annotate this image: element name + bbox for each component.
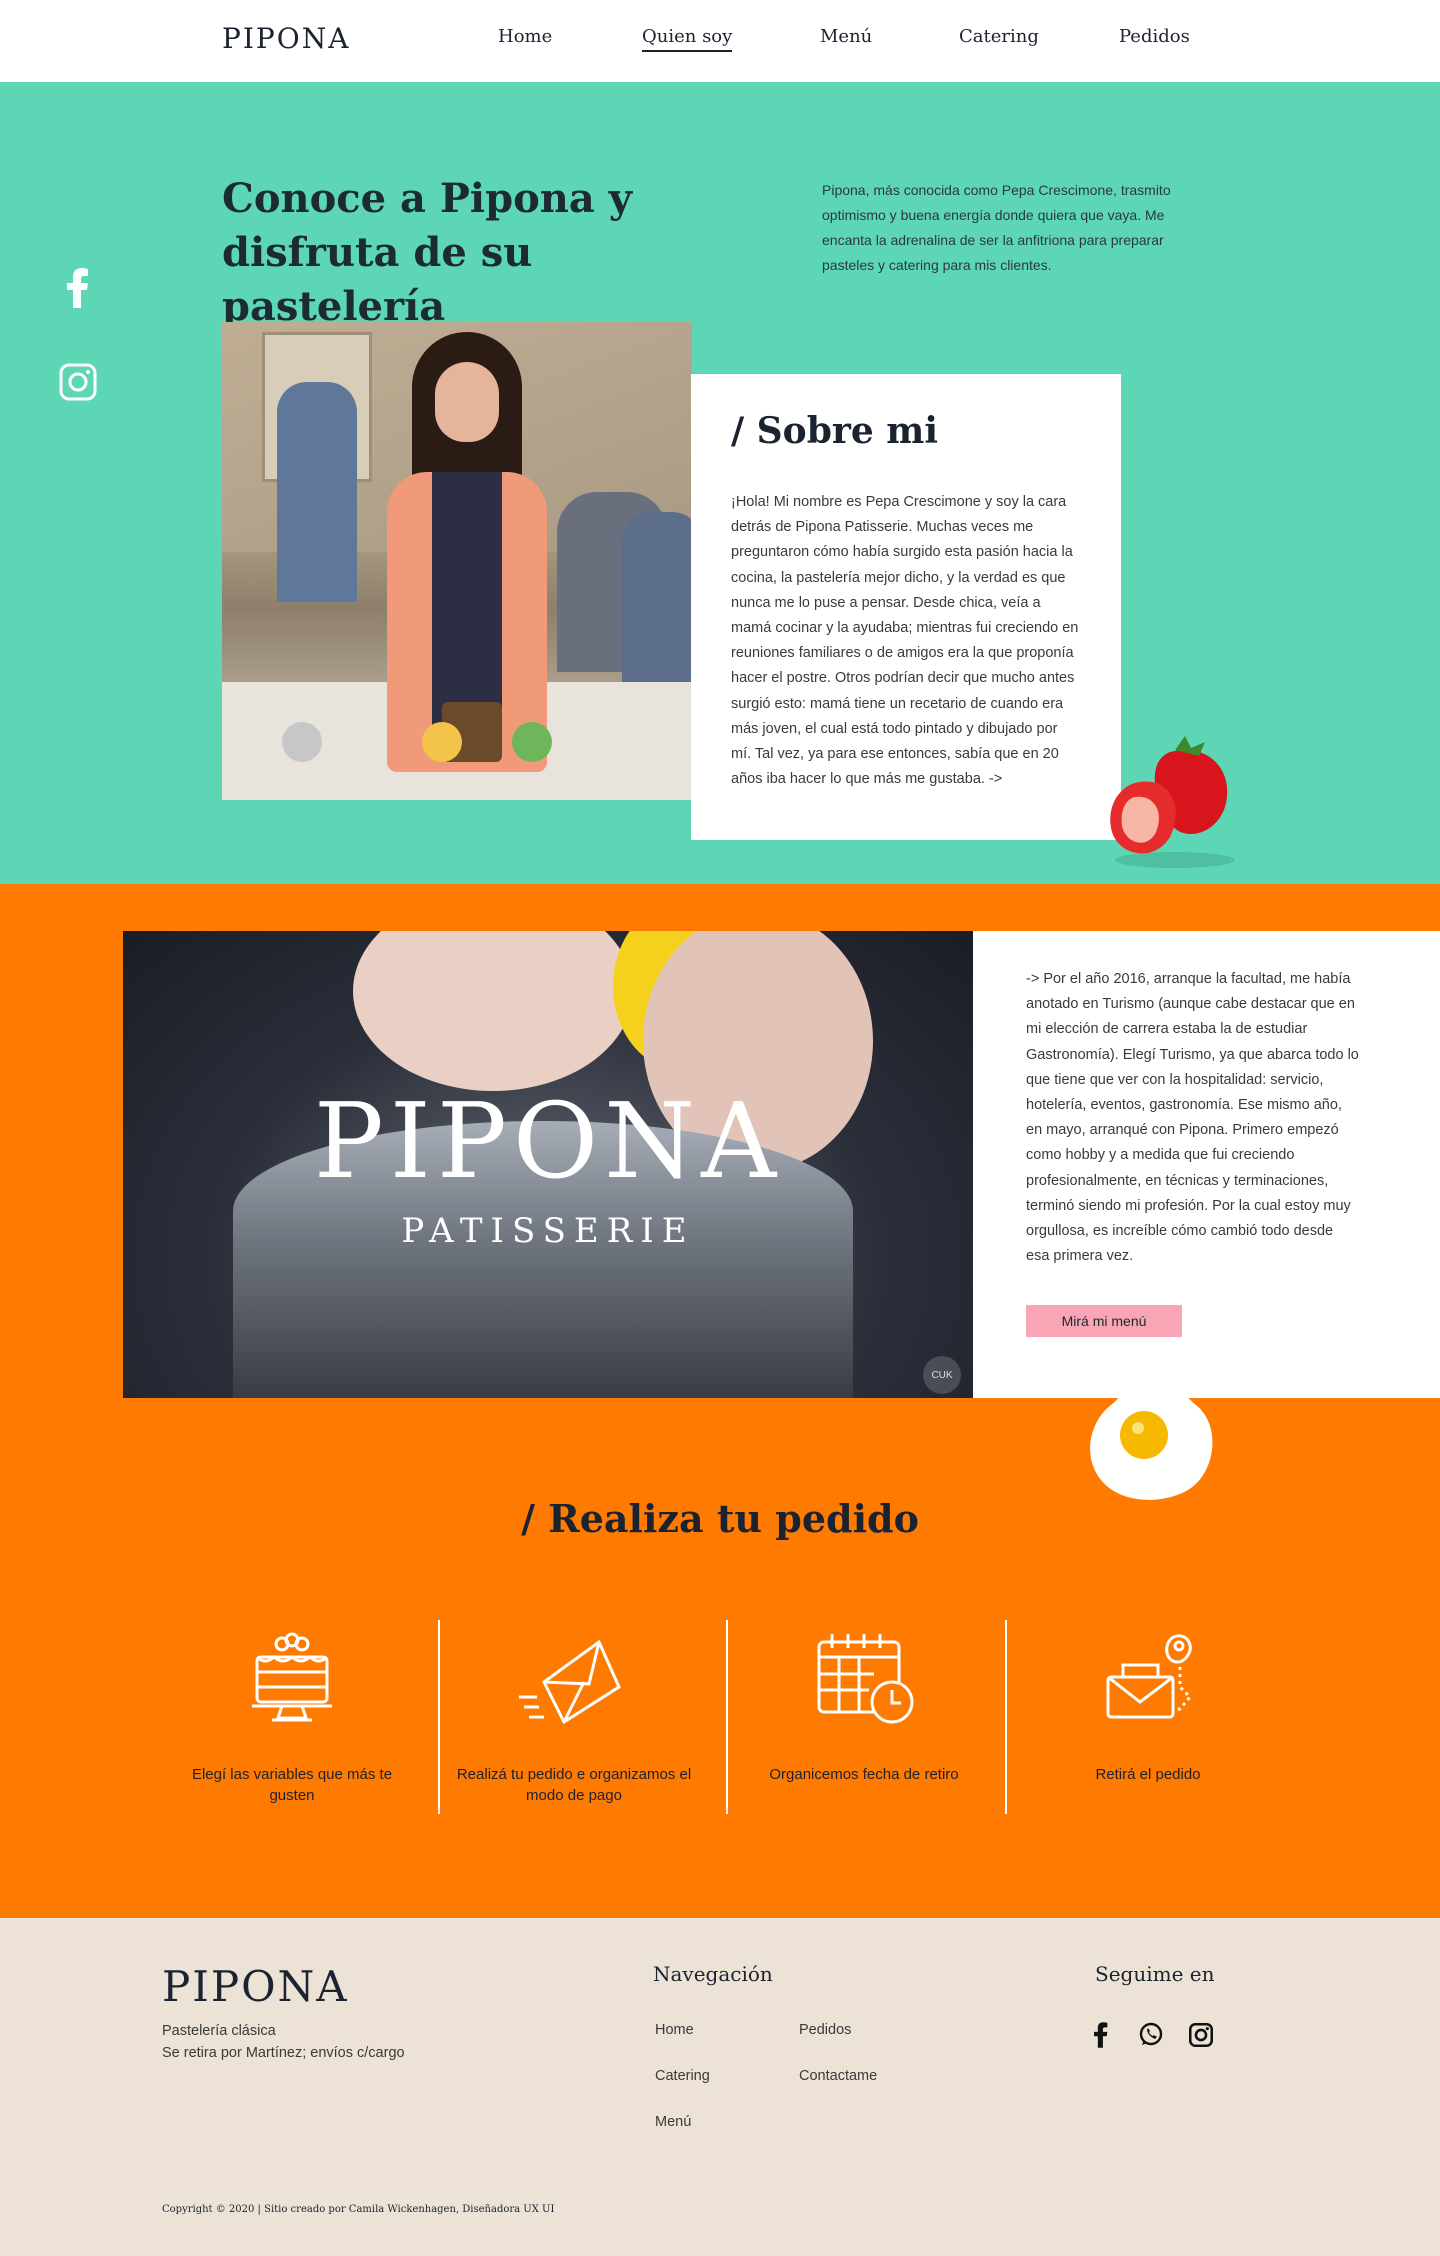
order-step-1-label: Elegí las variables que más te gusten <box>191 1766 393 1804</box>
video-subtitle: PATISSERIE <box>401 1211 695 1251</box>
footer-nav-heading: Navegación <box>653 1962 773 1986</box>
strawberry-image <box>1110 736 1235 868</box>
delivery-icon <box>1106 1634 1193 1719</box>
footer-tagline: Pastelería clásica <box>162 2023 276 2039</box>
footer-link-pedidos[interactable]: Pedidos <box>799 2022 851 2038</box>
video-badge: CUK <box>923 1356 961 1394</box>
footer-social-heading: Seguime en <box>1095 1962 1215 1986</box>
envelope-icon <box>519 1639 621 1725</box>
step-divider <box>726 1620 728 1814</box>
order-step-3: Organicemos fecha de retiro <box>744 1622 984 1785</box>
order-step-1: Elegí las variables que más te gusten <box>172 1622 412 1806</box>
footer-info: Pastelería clásica Se retira por Martíne… <box>162 2020 405 2064</box>
facebook-icon[interactable] <box>58 268 98 308</box>
story-card: -> Por el año 2016, arranque la facultad… <box>973 931 1440 1398</box>
footer-link-menu[interactable]: Menú <box>655 2114 691 2130</box>
footer-link-catering[interactable]: Catering <box>655 2068 710 2084</box>
whatsapp-icon[interactable] <box>1136 2020 1166 2050</box>
order-step-4: Retirá el pedido <box>1028 1622 1268 1785</box>
instagram-icon[interactable] <box>58 362 98 402</box>
order-step-4-label: Retirá el pedido <box>1095 1766 1201 1783</box>
portrait-photo <box>222 322 692 800</box>
copyright-text: Copyright © 2020 | Sitio creado por Cami… <box>162 2204 555 2215</box>
video-logo-text: PIPONA <box>313 1080 783 1202</box>
order-title: / Realiza tu pedido <box>521 1496 919 1541</box>
hero-title: Conoce a Pipona y disfruta de su pastele… <box>222 175 632 330</box>
brand-video[interactable]: PIPONA PATISSERIE CUK <box>123 931 973 1398</box>
nav-link-menu[interactable]: Menú <box>820 26 872 47</box>
step-divider <box>438 1620 440 1814</box>
order-step-2: Realizá tu pedido e organizamos el modo … <box>454 1622 694 1806</box>
view-menu-button[interactable]: Mirá mi menú <box>1026 1305 1182 1338</box>
about-card: / Sobre mi ¡Hola! Mi nombre es Pepa Cres… <box>691 374 1121 840</box>
nav-link-catering[interactable]: Catering <box>959 26 1039 47</box>
cake-icon <box>252 1632 332 1722</box>
fried-egg-image <box>1090 1365 1213 1500</box>
order-step-3-label: Organicemos fecha de retiro <box>769 1766 959 1783</box>
footer: PIPONA Pastelería clásica Se retira por … <box>0 1918 1440 2256</box>
about-heading: / Sobre mi <box>731 410 939 452</box>
top-navigation: PIPONA Home Quien soy Menú Catering Pedi… <box>0 0 1440 82</box>
calendar-icon <box>817 1634 914 1724</box>
nav-link-quien-soy[interactable]: Quien soy <box>642 26 733 52</box>
footer-link-home[interactable]: Home <box>655 2022 694 2038</box>
footer-pickup: Se retira por Martínez; envíos c/cargo <box>162 2045 405 2061</box>
nav-link-home[interactable]: Home <box>498 26 552 47</box>
site-logo[interactable]: PIPONA <box>222 22 350 55</box>
facebook-icon[interactable] <box>1086 2020 1116 2050</box>
nav-link-pedidos[interactable]: Pedidos <box>1119 26 1190 47</box>
instagram-icon[interactable] <box>1186 2020 1216 2050</box>
footer-logo[interactable]: PIPONA <box>162 1962 349 2011</box>
hero-section: Conoce a Pipona y disfruta de su pastele… <box>0 82 1440 884</box>
footer-link-contactame[interactable]: Contactame <box>799 2068 877 2084</box>
story-text: -> Por el año 2016, arranque la facultad… <box>1026 971 1359 1265</box>
step-divider <box>1005 1620 1007 1814</box>
story-and-order-section: PIPONA PATISSERIE CUK -> Por el año 2016… <box>0 884 1440 1918</box>
order-step-2-label: Realizá tu pedido e organizamos el modo … <box>456 1766 692 1804</box>
about-text: ¡Hola! Mi nombre es Pepa Crescimone y so… <box>731 494 1079 788</box>
hero-intro: Pipona, más conocida como Pepa Crescimon… <box>822 182 1171 273</box>
